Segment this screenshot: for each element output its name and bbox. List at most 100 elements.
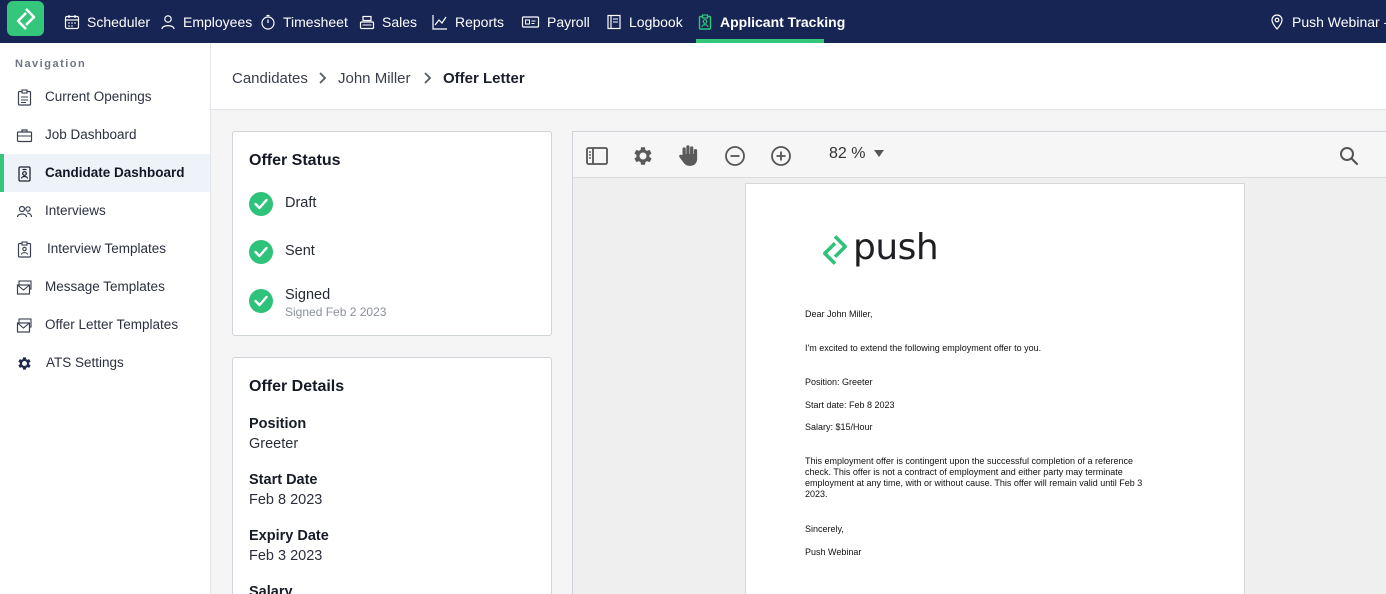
detail-start-date-label: Start Date	[249, 472, 318, 488]
book-icon	[607, 14, 621, 29]
check-circle-icon	[249, 240, 273, 264]
zoom-in-icon[interactable]	[769, 144, 793, 168]
money-icon	[521, 15, 540, 28]
nav-employees-label: Employees	[183, 13, 253, 30]
sidebar-item-label: Job Dashboard	[45, 127, 137, 142]
letter-signature: Push Webinar	[805, 547, 862, 557]
stopwatch-icon	[261, 14, 275, 30]
person-icon	[161, 14, 175, 29]
chart-line-icon	[432, 14, 447, 30]
nav-sales[interactable]: Sales	[359, 0, 417, 43]
nav-applicant-tracking[interactable]: Applicant Tracking	[697, 0, 845, 43]
sidebar-item-interviews[interactable]: Interviews	[0, 192, 210, 230]
nav-logbook-label: Logbook	[629, 13, 683, 30]
sidebar-footer-area	[0, 383, 210, 594]
nav-scheduler[interactable]: Scheduler	[64, 0, 150, 43]
nav-scheduler-label: Scheduler	[87, 13, 151, 30]
chevron-right-icon	[424, 72, 432, 84]
gear-icon[interactable]	[631, 144, 655, 168]
sidebar-item-label: Interviews	[45, 203, 106, 218]
register-icon	[359, 15, 375, 29]
zoom-level[interactable]: 82 %	[829, 145, 865, 163]
nav-logbook[interactable]: Logbook	[606, 0, 683, 43]
sidebar-item-label: Interview Templates	[47, 241, 167, 256]
status-step-label: Draft	[285, 195, 317, 211]
nav-sales-label: Sales	[382, 13, 418, 30]
nav-reports[interactable]: Reports	[432, 0, 504, 43]
letter-body-line-1: This employment offer is contingent upon…	[805, 456, 1134, 466]
viewer-toolbar: 82 %	[573, 132, 1386, 178]
letter-greeting: Dear John Miller,	[805, 309, 873, 319]
sidebar-divider	[210, 43, 211, 594]
sidebar-item-interview-templates[interactable]: Interview Templates	[0, 230, 210, 268]
letter-closing: Sincerely,	[805, 524, 844, 534]
sidebar-item-label: Candidate Dashboard	[45, 165, 185, 180]
sidebar-item-job-dashboard[interactable]: Job Dashboard	[0, 116, 210, 154]
detail-position-label: Position	[249, 416, 307, 432]
nav-applicant-tracking-label: Applicant Tracking	[720, 13, 846, 30]
offer-status-card: Offer Status Draft Sent Signed Signed Fe…	[232, 131, 552, 336]
envelope-stack-icon	[16, 318, 32, 333]
detail-expiry-date-label: Expiry Date	[249, 528, 329, 544]
letter-body-line-4: 2023.	[805, 489, 828, 499]
document-viewer: 82 % push Dear John Miller, I'm excited …	[572, 131, 1386, 594]
push-logo-icon	[16, 7, 35, 30]
search-icon[interactable]	[1337, 144, 1361, 168]
sidebar-heading: Navigation	[15, 58, 87, 70]
detail-salary-label: Salary	[249, 584, 293, 594]
app-logo[interactable]	[7, 1, 44, 36]
detail-start-date-value: Feb 8 2023	[249, 492, 323, 508]
sidebar-item-candidate-dashboard[interactable]: Candidate Dashboard	[0, 154, 210, 192]
letter-salary: Salary: $15/Hour	[805, 422, 873, 432]
hand-icon[interactable]	[676, 142, 702, 168]
offer-status-title: Offer Status	[249, 152, 341, 169]
envelope-stack-icon	[16, 280, 32, 295]
sidebar-item-offer-letter-templates[interactable]: Offer Letter Templates	[0, 306, 210, 344]
breadcrumb: Candidates John Miller Offer Letter	[211, 43, 1386, 110]
breadcrumb-candidates[interactable]: Candidates	[232, 70, 308, 87]
status-step-label: Signed	[285, 287, 331, 303]
push-logo-icon	[823, 235, 847, 265]
id-badge-icon	[18, 166, 31, 182]
nav-timesheet[interactable]: Timesheet	[260, 0, 348, 43]
clipboard-list-icon	[17, 89, 32, 106]
detail-expiry-date-value: Feb 3 2023	[249, 548, 323, 564]
offer-details-title: Offer Details	[249, 378, 345, 395]
zoom-out-icon[interactable]	[723, 144, 747, 168]
location-selector[interactable]: Push Webinar - A	[1269, 0, 1386, 43]
nav-payroll-label: Payroll	[547, 13, 590, 30]
sidebar-item-label: Offer Letter Templates	[45, 317, 179, 332]
letter-position: Position: Greeter	[805, 377, 873, 387]
letter-body-line-2: check. This offer is not a contract of e…	[805, 467, 1123, 477]
map-pin-icon	[1271, 13, 1283, 30]
offer-details-card: Offer Details Position Greeter Start Dat…	[232, 357, 552, 594]
nav-employees[interactable]: Employees	[160, 0, 252, 43]
clipboard-person-icon	[17, 241, 32, 258]
breadcrumb-candidate-name[interactable]: John Miller	[338, 70, 411, 87]
briefcase-icon	[16, 129, 33, 143]
check-circle-icon	[249, 289, 273, 313]
sidebar-item-message-templates[interactable]: Message Templates	[0, 268, 210, 306]
detail-position-value: Greeter	[249, 436, 299, 452]
sidebar-item-label: Current Openings	[45, 89, 152, 104]
chevron-right-icon	[319, 72, 327, 84]
status-step-sublabel: Signed Feb 2 2023	[285, 305, 387, 319]
nav-timesheet-label: Timesheet	[283, 13, 348, 30]
sidebar-item-label: ATS Settings	[46, 355, 124, 370]
gear-icon	[18, 357, 31, 370]
top-navigation-bar: Scheduler Employees Timesheet Sales Repo…	[0, 0, 1386, 43]
brand-wordmark: push	[853, 227, 939, 268]
breadcrumb-offer-letter: Offer Letter	[443, 70, 525, 87]
sidebar-item-current-openings[interactable]: Current Openings	[0, 78, 210, 116]
nav-reports-label: Reports	[455, 13, 505, 30]
location-label: Push Webinar - A	[1292, 13, 1386, 30]
document-page: push Dear John Miller, I'm excited to ex…	[745, 183, 1245, 594]
sidebar-item-ats-settings[interactable]: ATS Settings	[0, 344, 210, 382]
people-icon	[16, 205, 33, 218]
sidebar-toggle-icon[interactable]	[585, 144, 609, 168]
nav-payroll[interactable]: Payroll	[521, 0, 590, 43]
caret-down-icon[interactable]	[873, 149, 885, 159]
letter-body-line-3: employment at any time, with or without …	[805, 478, 1143, 488]
sidebar-item-label: Message Templates	[45, 279, 165, 294]
letter-start-date: Start date: Feb 8 2023	[805, 400, 895, 410]
